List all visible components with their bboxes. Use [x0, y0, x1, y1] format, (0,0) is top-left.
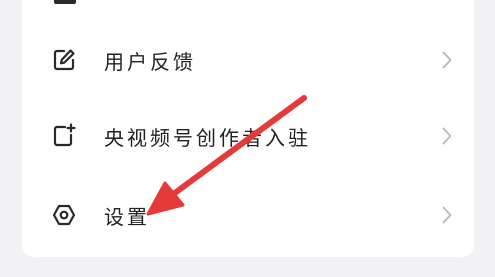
menu-item-creator-join[interactable]: 央视频号创作者入驻 [22, 98, 474, 174]
settings-page: 用户反馈 央视频号创作者入驻 设置 [0, 0, 495, 277]
menu-item-label: 央视频号创作者入驻 [104, 125, 311, 150]
menu-item-user-feedback[interactable]: 用户反馈 [22, 22, 474, 98]
settings-gear-icon [50, 201, 78, 229]
feedback-edit-icon [50, 46, 78, 74]
chevron-right-icon [440, 125, 454, 147]
chevron-right-icon [440, 204, 454, 226]
menu-item-label: 用户反馈 [104, 49, 196, 74]
chevron-right-icon [440, 49, 454, 71]
add-creator-icon [50, 122, 78, 150]
menu-item-settings[interactable]: 设置 [22, 177, 474, 253]
menu-item-label: 设置 [104, 204, 150, 229]
partial-icon [54, 0, 76, 4]
